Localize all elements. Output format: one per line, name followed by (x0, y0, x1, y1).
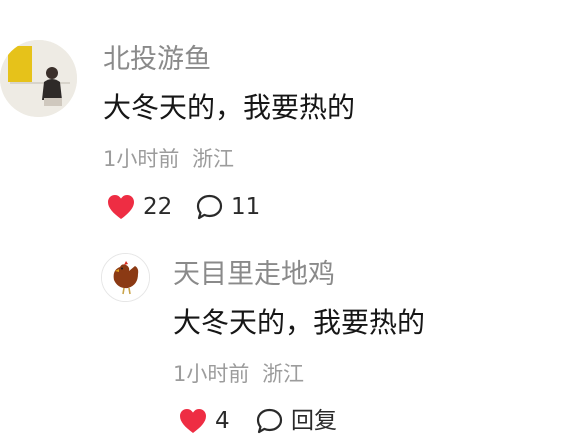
comment-like-button[interactable]: 22 (107, 194, 172, 220)
comment-reply-count-button[interactable]: 11 (196, 194, 260, 220)
comment-location: 浙江 (192, 147, 235, 171)
comment-like-count: 22 (143, 193, 173, 220)
heart-icon (179, 408, 207, 434)
reply-like-count: 4 (215, 407, 230, 434)
reply-button-label: 回复 (291, 407, 337, 434)
reply-button[interactable]: 回复 (256, 408, 337, 434)
commenter-avatar[interactable] (0, 40, 77, 117)
comment-time: 1小时前 (103, 147, 180, 171)
comment-reply-count: 11 (231, 193, 261, 220)
reply-time: 1小时前 (173, 362, 250, 386)
reply-like-button[interactable]: 4 (179, 408, 230, 434)
comment-meta: 1小时前 浙江 (103, 149, 234, 170)
replier-avatar[interactable] (101, 253, 150, 302)
avatar-image (0, 40, 77, 117)
replier-username[interactable]: 天目里走地鸡 (173, 261, 335, 288)
comment-text: 大冬天的，我要热的 (103, 91, 356, 124)
chicken-icon (102, 254, 149, 301)
speech-bubble-icon (196, 194, 223, 220)
heart-icon (107, 194, 135, 220)
reply-meta: 1小时前 浙江 (173, 364, 304, 385)
speech-bubble-icon (256, 408, 283, 434)
reply-text: 大冬天的，我要热的 (173, 306, 426, 339)
commenter-username[interactable]: 北投游鱼 (103, 46, 211, 73)
reply-location: 浙江 (262, 362, 305, 386)
